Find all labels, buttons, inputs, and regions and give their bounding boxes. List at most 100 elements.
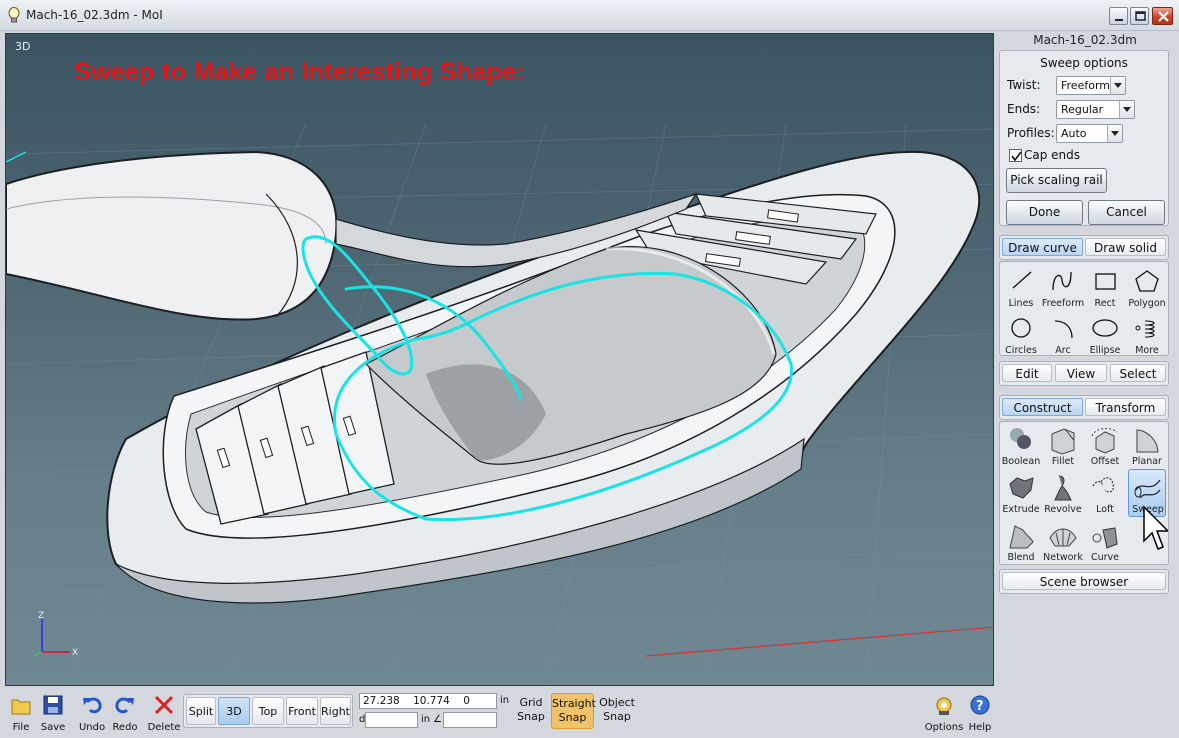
tab-construct[interactable]: Construct [1002,398,1083,416]
ends-value: Regular [1061,103,1104,116]
save-button[interactable]: Save [36,692,70,734]
cancel-button[interactable]: Cancel [1088,200,1165,225]
twist-dropdown[interactable]: Freeform [1056,76,1126,95]
helix-icon [1135,320,1155,338]
options-gear-icon [936,697,952,715]
viewport-label[interactable]: 3D [15,40,30,53]
ends-dropdown[interactable]: Regular [1056,100,1135,119]
tool-curve[interactable]: Curve [1084,518,1126,564]
tool-loft[interactable]: Loft [1084,470,1126,516]
fillet-icon [1051,428,1075,455]
folder-icon [11,699,31,715]
grid-snap-toggle[interactable]: Grid Snap [513,693,549,729]
tab-draw-curve[interactable]: Draw curve [1002,238,1083,256]
tab-transform[interactable]: Transform [1085,398,1166,416]
view-front[interactable]: Front [286,697,318,725]
minimize-button[interactable] [1109,7,1128,25]
chevron-down-icon [1119,101,1134,118]
angle-input[interactable] [443,712,497,728]
freeform-curve-icon [1052,271,1072,291]
tool-offset[interactable]: Offset [1084,422,1126,468]
tool-revolve[interactable]: Revolve [1042,470,1084,516]
tool-planar[interactable]: Planar [1126,422,1168,468]
cap-ends-checkbox[interactable] [1009,149,1022,162]
view-split[interactable]: Split [186,697,216,725]
distance-input[interactable] [365,712,418,728]
ends-label: Ends: [1007,102,1041,116]
maximize-button[interactable] [1130,7,1149,25]
tool-polygon[interactable]: Polygon [1126,264,1168,310]
scene-browser-button[interactable]: Scene browser [1002,572,1166,590]
draw-tabs: Draw curve Draw solid [999,235,1169,260]
tool-extrude[interactable]: Extrude [1000,470,1042,516]
chevron-down-icon [1110,77,1125,94]
object-snap-toggle[interactable]: Object Snap [597,693,637,729]
delete-button[interactable]: Delete [147,692,181,734]
options-button[interactable]: Options [925,692,963,734]
tool-lines[interactable]: Lines [1000,264,1042,310]
tool-circles[interactable]: Circles [1000,311,1042,357]
maximize-icon [1135,11,1146,21]
revolve-icon [1054,475,1072,501]
help-icon: ? [970,695,990,715]
profiles-label: Profiles: [1007,126,1055,140]
sweep-options-group: Sweep options Twist: Freeform Ends: Regu… [999,50,1169,226]
svg-text:?: ? [976,699,984,714]
delete-x-icon [154,695,174,715]
curve-solid-icon [1092,527,1118,549]
sweep-options-title: Sweep options [1040,56,1128,70]
line-icon [1012,271,1032,289]
circle-icon [1011,318,1031,338]
planar-icon [1136,429,1159,453]
twist-label: Twist: [1007,78,1041,92]
construct-tabs: Construct Transform [999,395,1169,420]
tool-blend[interactable]: Blend [1000,518,1042,564]
chevron-down-icon [1107,125,1122,142]
title-bar: Mach-16_02.3dm - MoI [0,0,1179,31]
done-button[interactable]: Done [1006,200,1083,225]
model-scene: Z X [6,123,993,685]
draw-tools-group: Lines Freeform Rect Polygon Circles Arc … [999,261,1169,356]
pick-scaling-rail-button[interactable]: Pick scaling rail [1006,168,1107,193]
coordinate-input[interactable]: 27.238 10.774 0 [359,693,497,709]
tool-rect[interactable]: Rect [1084,264,1126,310]
axis-z-label: Z [38,611,44,621]
help-button[interactable]: ? Help [963,692,997,734]
tool-fillet[interactable]: Fillet [1042,422,1084,468]
view-tabs: Split 3D Top Front Right [183,694,353,728]
tool-arc[interactable]: Arc [1042,311,1084,357]
tab-view[interactable]: View [1055,364,1107,382]
axis-x-label: X [72,648,78,658]
arc-icon [1054,320,1073,339]
straight-snap-toggle[interactable]: Straight Snap [551,693,596,729]
tool-more[interactable]: More [1126,311,1168,357]
cap-ends-label: Cap ends [1024,148,1081,162]
view-3d[interactable]: 3D [218,697,250,725]
tab-select[interactable]: Select [1110,364,1166,382]
view-right[interactable]: Right [320,697,351,725]
tab-edit[interactable]: Edit [1002,364,1052,382]
viewport-3d[interactable]: Z X 3D Sweep to Make an Interesting Shap… [5,33,994,686]
tool-ellipse[interactable]: Ellipse [1084,311,1126,357]
close-button[interactable] [1152,7,1173,25]
tab-draw-solid[interactable]: Draw solid [1085,238,1166,256]
window-title: Mach-16_02.3dm - MoI [26,8,163,22]
polygon-icon [1135,270,1159,292]
distance-unit: in [421,714,431,725]
view-top[interactable]: Top [252,697,284,725]
mouse-cursor-icon [1143,505,1168,550]
lightbulb-icon [8,7,20,23]
twist-value: Freeform [1061,79,1110,92]
file-name: Mach-16_02.3dm [1033,33,1137,47]
angle-label: ∠ [433,714,442,725]
tool-boolean[interactable]: Boolean [1000,422,1042,468]
coordinate-unit: in [500,695,510,706]
side-panel: Mach-16_02.3dm Sweep options Twist: Free… [997,31,1179,686]
profiles-dropdown[interactable]: Auto [1056,124,1123,143]
mode-tabs: Edit View Select [999,361,1169,386]
blend-icon [1009,525,1034,549]
checkmark-icon [1011,151,1022,162]
tool-network[interactable]: Network [1042,518,1084,564]
redo-button[interactable]: Redo [108,692,142,734]
tool-freeform[interactable]: Freeform [1042,264,1084,310]
